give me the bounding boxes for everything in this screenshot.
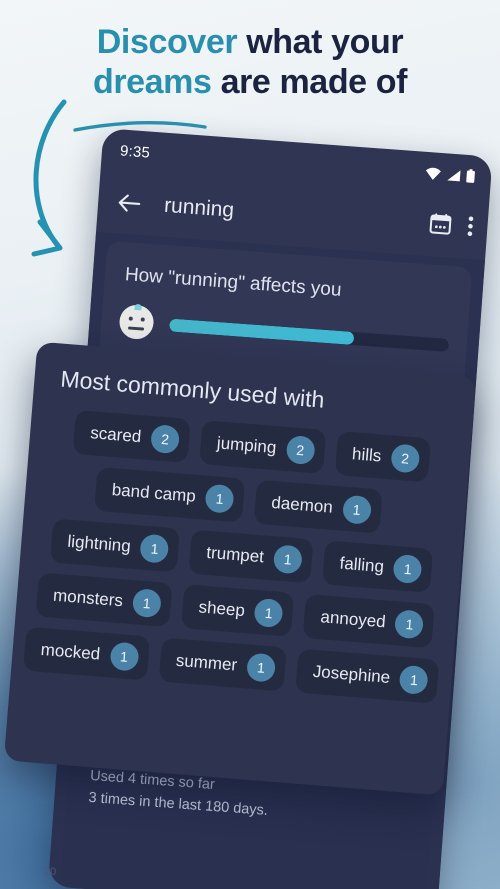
pointing-arrow-icon <box>31 99 67 257</box>
promo-headline: Discover what your dreams are made of <box>0 22 500 132</box>
tag-chip-count: 1 <box>139 533 170 564</box>
tag-chip-label: annoyed <box>319 607 387 632</box>
tag-chip-count: 1 <box>131 588 162 619</box>
tag-chip[interactable]: scared 2 <box>72 409 191 464</box>
neutral-face-icon <box>118 303 155 341</box>
tag-chip-label: jumping <box>216 433 278 458</box>
tag-chip[interactable]: monsters 1 <box>35 572 173 628</box>
tag-chip[interactable]: trumpet 1 <box>188 529 314 584</box>
wifi-icon <box>425 167 441 180</box>
tag-chip-label: hills <box>351 444 383 466</box>
tag-chip[interactable]: lightning 1 <box>49 518 181 573</box>
tag-chip-count: 1 <box>341 494 372 525</box>
tag-chip[interactable]: annoyed 1 <box>302 593 436 649</box>
tag-chip[interactable]: sheep 1 <box>180 584 295 637</box>
tag-chip-label: scared <box>89 423 143 447</box>
headline-line-1: Discover what your <box>0 22 500 62</box>
headline-accent-discover: Discover <box>96 23 238 61</box>
tag-chip[interactable]: jumping 2 <box>199 420 326 474</box>
tag-chip[interactable]: band camp 1 <box>94 466 246 523</box>
tag-chip[interactable]: mocked 1 <box>23 626 150 681</box>
tag-chip-count: 1 <box>394 609 425 640</box>
tag-rows: scared 2 jumping 2 hills 2 band camp 1 daemon 1 li… <box>23 408 453 704</box>
commonly-used-with-card: Most commonly used with scared 2 jumping 2 h… <box>3 341 477 796</box>
tag-chip-count: 1 <box>204 483 235 514</box>
tag-chip-label: trumpet <box>205 542 265 567</box>
overflow-menu-button[interactable] <box>466 215 474 242</box>
tag-chip-count: 1 <box>253 597 284 629</box>
tag-chip-count: 2 <box>285 434 316 466</box>
tag-chip[interactable]: Josephine 1 <box>295 648 440 704</box>
tag-chip-count: 1 <box>398 664 430 695</box>
status-bar-icons <box>425 166 476 184</box>
mood-progress-track <box>168 317 450 352</box>
calendar-button[interactable] <box>428 212 452 241</box>
battery-icon <box>466 169 475 183</box>
tag-chip-label: lightning <box>66 531 132 556</box>
tag-chip-label: summer <box>175 650 238 675</box>
tag-chip-label: mocked <box>40 639 101 664</box>
tag-chip-count: 1 <box>392 553 423 585</box>
signal-icon <box>447 169 461 181</box>
app-bar-actions <box>428 212 474 242</box>
more-vertical-icon <box>467 215 474 236</box>
mood-progress-fill <box>168 317 355 345</box>
tag-chip[interactable]: daemon 1 <box>253 479 383 534</box>
tag-chip-count: 2 <box>150 424 181 455</box>
headline-rest-1: what your <box>237 23 404 61</box>
tag-chip[interactable]: hills 2 <box>334 430 431 483</box>
tag-chip-label: monsters <box>52 585 124 611</box>
headline-rest-2: are made of <box>211 63 408 102</box>
tag-chip-label: Josephine <box>312 661 391 687</box>
tag-chip-count: 1 <box>108 641 140 672</box>
calendar-icon <box>429 212 452 235</box>
page-number: 20 <box>44 866 57 878</box>
tag-chip-label: band camp <box>111 480 197 506</box>
tag-chip[interactable]: falling 1 <box>321 540 434 593</box>
tag-chip-count: 1 <box>245 652 277 683</box>
page-title: running <box>163 193 235 222</box>
tag-chip[interactable]: summer 1 <box>158 637 287 692</box>
tag-chip-label: falling <box>338 553 385 577</box>
tag-chip-label: daemon <box>270 492 334 517</box>
tag-chip-count: 2 <box>390 443 421 474</box>
tag-chip-label: sheep <box>197 597 246 621</box>
tag-chip-count: 1 <box>272 544 303 575</box>
